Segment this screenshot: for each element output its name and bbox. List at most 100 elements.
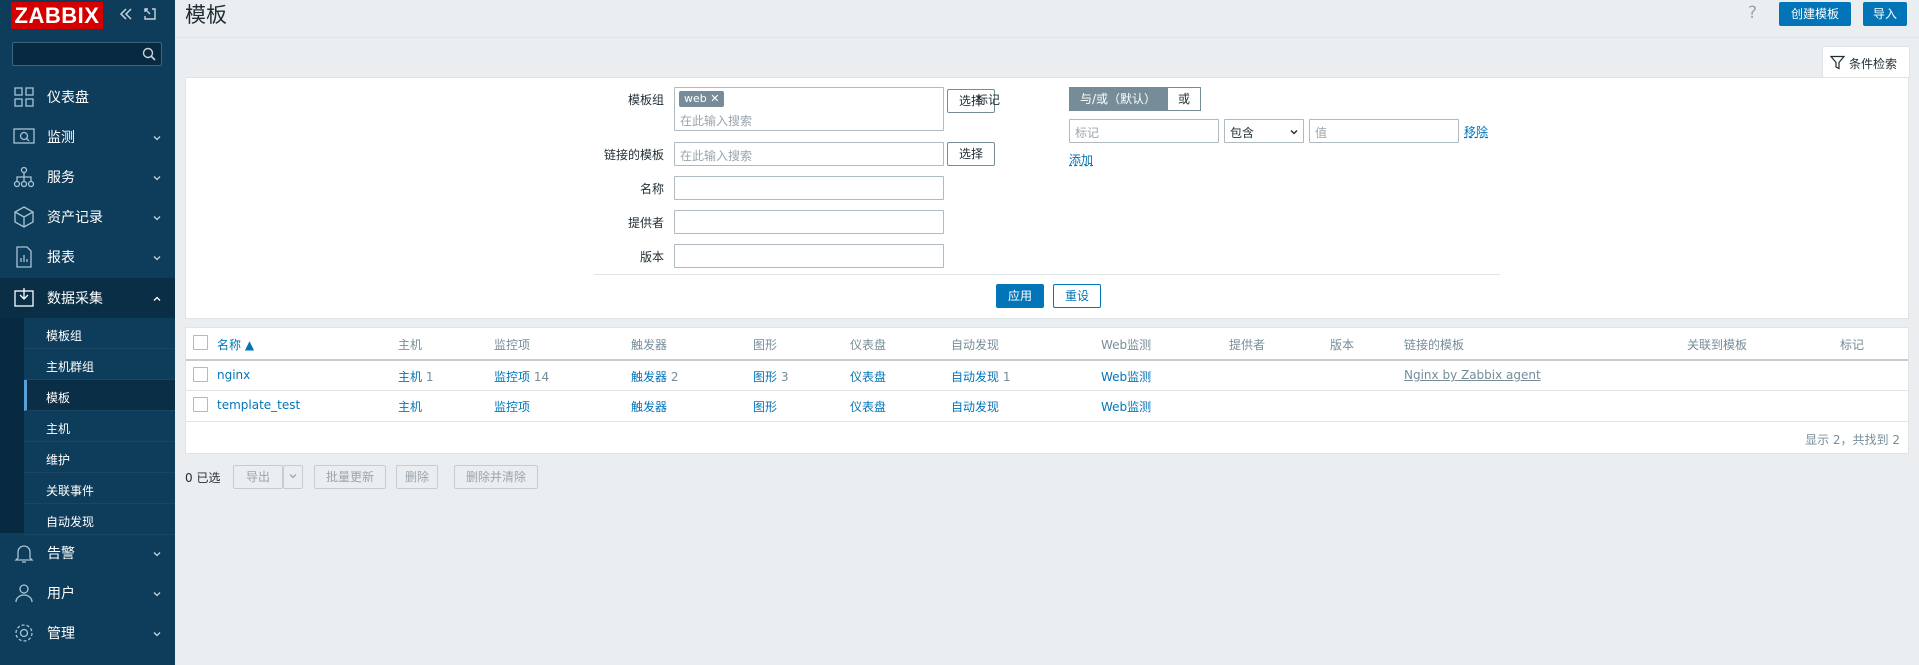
version-input[interactable] [674, 244, 944, 268]
apply-button[interactable]: 应用 [996, 284, 1044, 308]
column-header-dashboards: 仪表盘 [850, 338, 887, 352]
mass-update-button[interactable]: 批量更新 [314, 465, 386, 489]
tags-andor-toggle[interactable]: 与/或（默认） [1069, 87, 1167, 111]
items-link[interactable]: 监控项 [494, 398, 530, 415]
nav-alerts[interactable]: 告警 [0, 533, 175, 573]
tag-name-input[interactable]: 标记 [1069, 119, 1219, 143]
export-button[interactable]: 导出 [233, 465, 283, 489]
discovery-link[interactable]: 自动发现 [951, 370, 999, 384]
vendor-input[interactable] [674, 210, 944, 234]
data-collection-submenu: 模板组 主机群组 模板 主机 维护 关联事件 自动发现 [0, 318, 175, 535]
services-icon [12, 165, 36, 189]
zabbix-logo[interactable]: ZABBIX [11, 2, 103, 29]
select-all-checkbox[interactable] [193, 335, 208, 350]
submenu-item-event-correlation[interactable]: 关联事件 [24, 473, 175, 504]
nav-dashboards[interactable]: 仪表盘 [0, 77, 175, 117]
chevron-down-icon [152, 212, 162, 222]
column-header-linked-to-templates: 关联到模板 [1687, 338, 1748, 352]
reset-button[interactable]: 重设 [1053, 284, 1101, 308]
submenu-item-hosts[interactable]: 主机 [24, 411, 175, 442]
graphs-link[interactable]: 图形 [753, 370, 777, 384]
linked-template-link[interactable]: Nginx by Zabbix agent [1404, 368, 1541, 382]
web-link[interactable]: Web监测 [1101, 368, 1151, 385]
nav-label: 告警 [47, 546, 75, 562]
submenu-item-discovery[interactable]: 自动发现 [24, 504, 175, 535]
search-placeholder: 在此输入搜索 [680, 114, 753, 128]
dashboards-link[interactable]: 仪表盘 [850, 368, 886, 385]
nav-label: 报表 [47, 250, 75, 266]
row-divider [186, 390, 1908, 391]
column-header-name[interactable]: 名称 ▲ [217, 336, 254, 353]
nav-inventory[interactable]: 资产记录 [0, 197, 175, 237]
row-checkbox[interactable] [193, 397, 208, 412]
remove-tag-link[interactable]: 移除 [1464, 123, 1488, 140]
submenu-item-templates[interactable]: 模板 [24, 380, 175, 411]
create-template-button[interactable]: 创建模板 [1779, 2, 1852, 26]
help-icon[interactable]: ? [1748, 3, 1757, 23]
submenu-item-maintenance[interactable]: 维护 [24, 442, 175, 473]
column-header-discovery: 自动发现 [951, 338, 1000, 352]
filter-chip-web[interactable]: web ✕ [679, 91, 725, 107]
page-title: 模板 [185, 3, 227, 27]
tags-or-toggle[interactable]: 或 [1167, 87, 1201, 111]
chevron-down-icon [288, 470, 298, 484]
value-placeholder: 值 [1315, 126, 1328, 140]
submenu-item-template-groups[interactable]: 模板组 [24, 318, 175, 349]
delete-and-clear-button[interactable]: 删除并清除 [454, 465, 538, 489]
template-name-link[interactable]: template_test [217, 398, 300, 412]
version-label: 版本 [639, 250, 664, 264]
name-input[interactable] [674, 176, 944, 200]
submenu-label: 关联事件 [46, 484, 95, 498]
hosts-count: 1 [425, 370, 434, 384]
nav-services[interactable]: 服务 [0, 157, 175, 197]
chevron-down-icon [1289, 126, 1299, 140]
submenu-label: 维护 [46, 453, 71, 467]
column-header-hosts: 主机 [398, 338, 423, 352]
items-link[interactable]: 监控项 [494, 370, 530, 384]
nav-administration[interactable]: 管理 [0, 613, 175, 653]
tag-operator-select[interactable]: 包含 [1224, 119, 1304, 143]
collapse-sidebar-icon[interactable] [118, 6, 134, 22]
graphs-link[interactable]: 图形 [753, 398, 777, 415]
delete-button[interactable]: 删除 [396, 465, 438, 489]
dashboards-link[interactable]: 仪表盘 [850, 398, 886, 415]
dashboard-icon [12, 85, 36, 109]
hosts-link[interactable]: 主机 [398, 398, 422, 415]
chevron-up-icon [152, 293, 162, 303]
nav-reports[interactable]: 报表 [0, 237, 175, 277]
nav-label: 数据采集 [47, 291, 103, 307]
add-tag-link[interactable]: 添加 [1069, 151, 1093, 168]
filter-divider [594, 274, 1500, 275]
sidebar-search-input[interactable] [12, 42, 162, 66]
nav-data-collection[interactable]: 数据采集 [0, 278, 175, 318]
discovery-link[interactable]: 自动发现 [951, 398, 999, 415]
row-checkbox[interactable] [193, 367, 208, 382]
tag-value-input[interactable]: 值 [1309, 119, 1459, 143]
template-name-link[interactable]: nginx [217, 368, 250, 382]
template-groups-multiselect[interactable]: web ✕ 在此输入搜索 [674, 87, 944, 131]
nav-monitoring[interactable]: 监测 [0, 117, 175, 157]
filter-tab[interactable]: 条件检索 [1822, 46, 1910, 78]
triggers-link[interactable]: 触发器 [631, 370, 667, 384]
nav-users[interactable]: 用户 [0, 573, 175, 613]
inventory-icon [12, 205, 36, 229]
close-icon[interactable]: ✕ [710, 92, 719, 105]
tags-label: 标记 [975, 93, 1000, 107]
tag-operator-value: 包含 [1230, 126, 1255, 140]
search-icon[interactable] [141, 46, 157, 65]
filter-icon [1829, 55, 1846, 73]
select-linked-templates-button[interactable]: 选择 [947, 142, 995, 166]
hosts-link[interactable]: 主机 [398, 370, 422, 384]
export-dropdown-button[interactable] [283, 465, 303, 489]
kiosk-mode-icon[interactable] [142, 6, 158, 22]
submenu-label: 主机群组 [46, 360, 95, 374]
header-divider [186, 359, 1908, 361]
web-link[interactable]: Web监测 [1101, 398, 1151, 415]
submenu-label: 自动发现 [46, 515, 95, 529]
chevron-down-icon [152, 172, 162, 182]
submenu-item-host-groups[interactable]: 主机群组 [24, 349, 175, 380]
import-button[interactable]: 导入 [1863, 2, 1907, 26]
monitoring-icon [12, 125, 36, 149]
triggers-link[interactable]: 触发器 [631, 398, 667, 415]
linked-templates-input[interactable]: 在此输入搜索 [674, 142, 944, 166]
